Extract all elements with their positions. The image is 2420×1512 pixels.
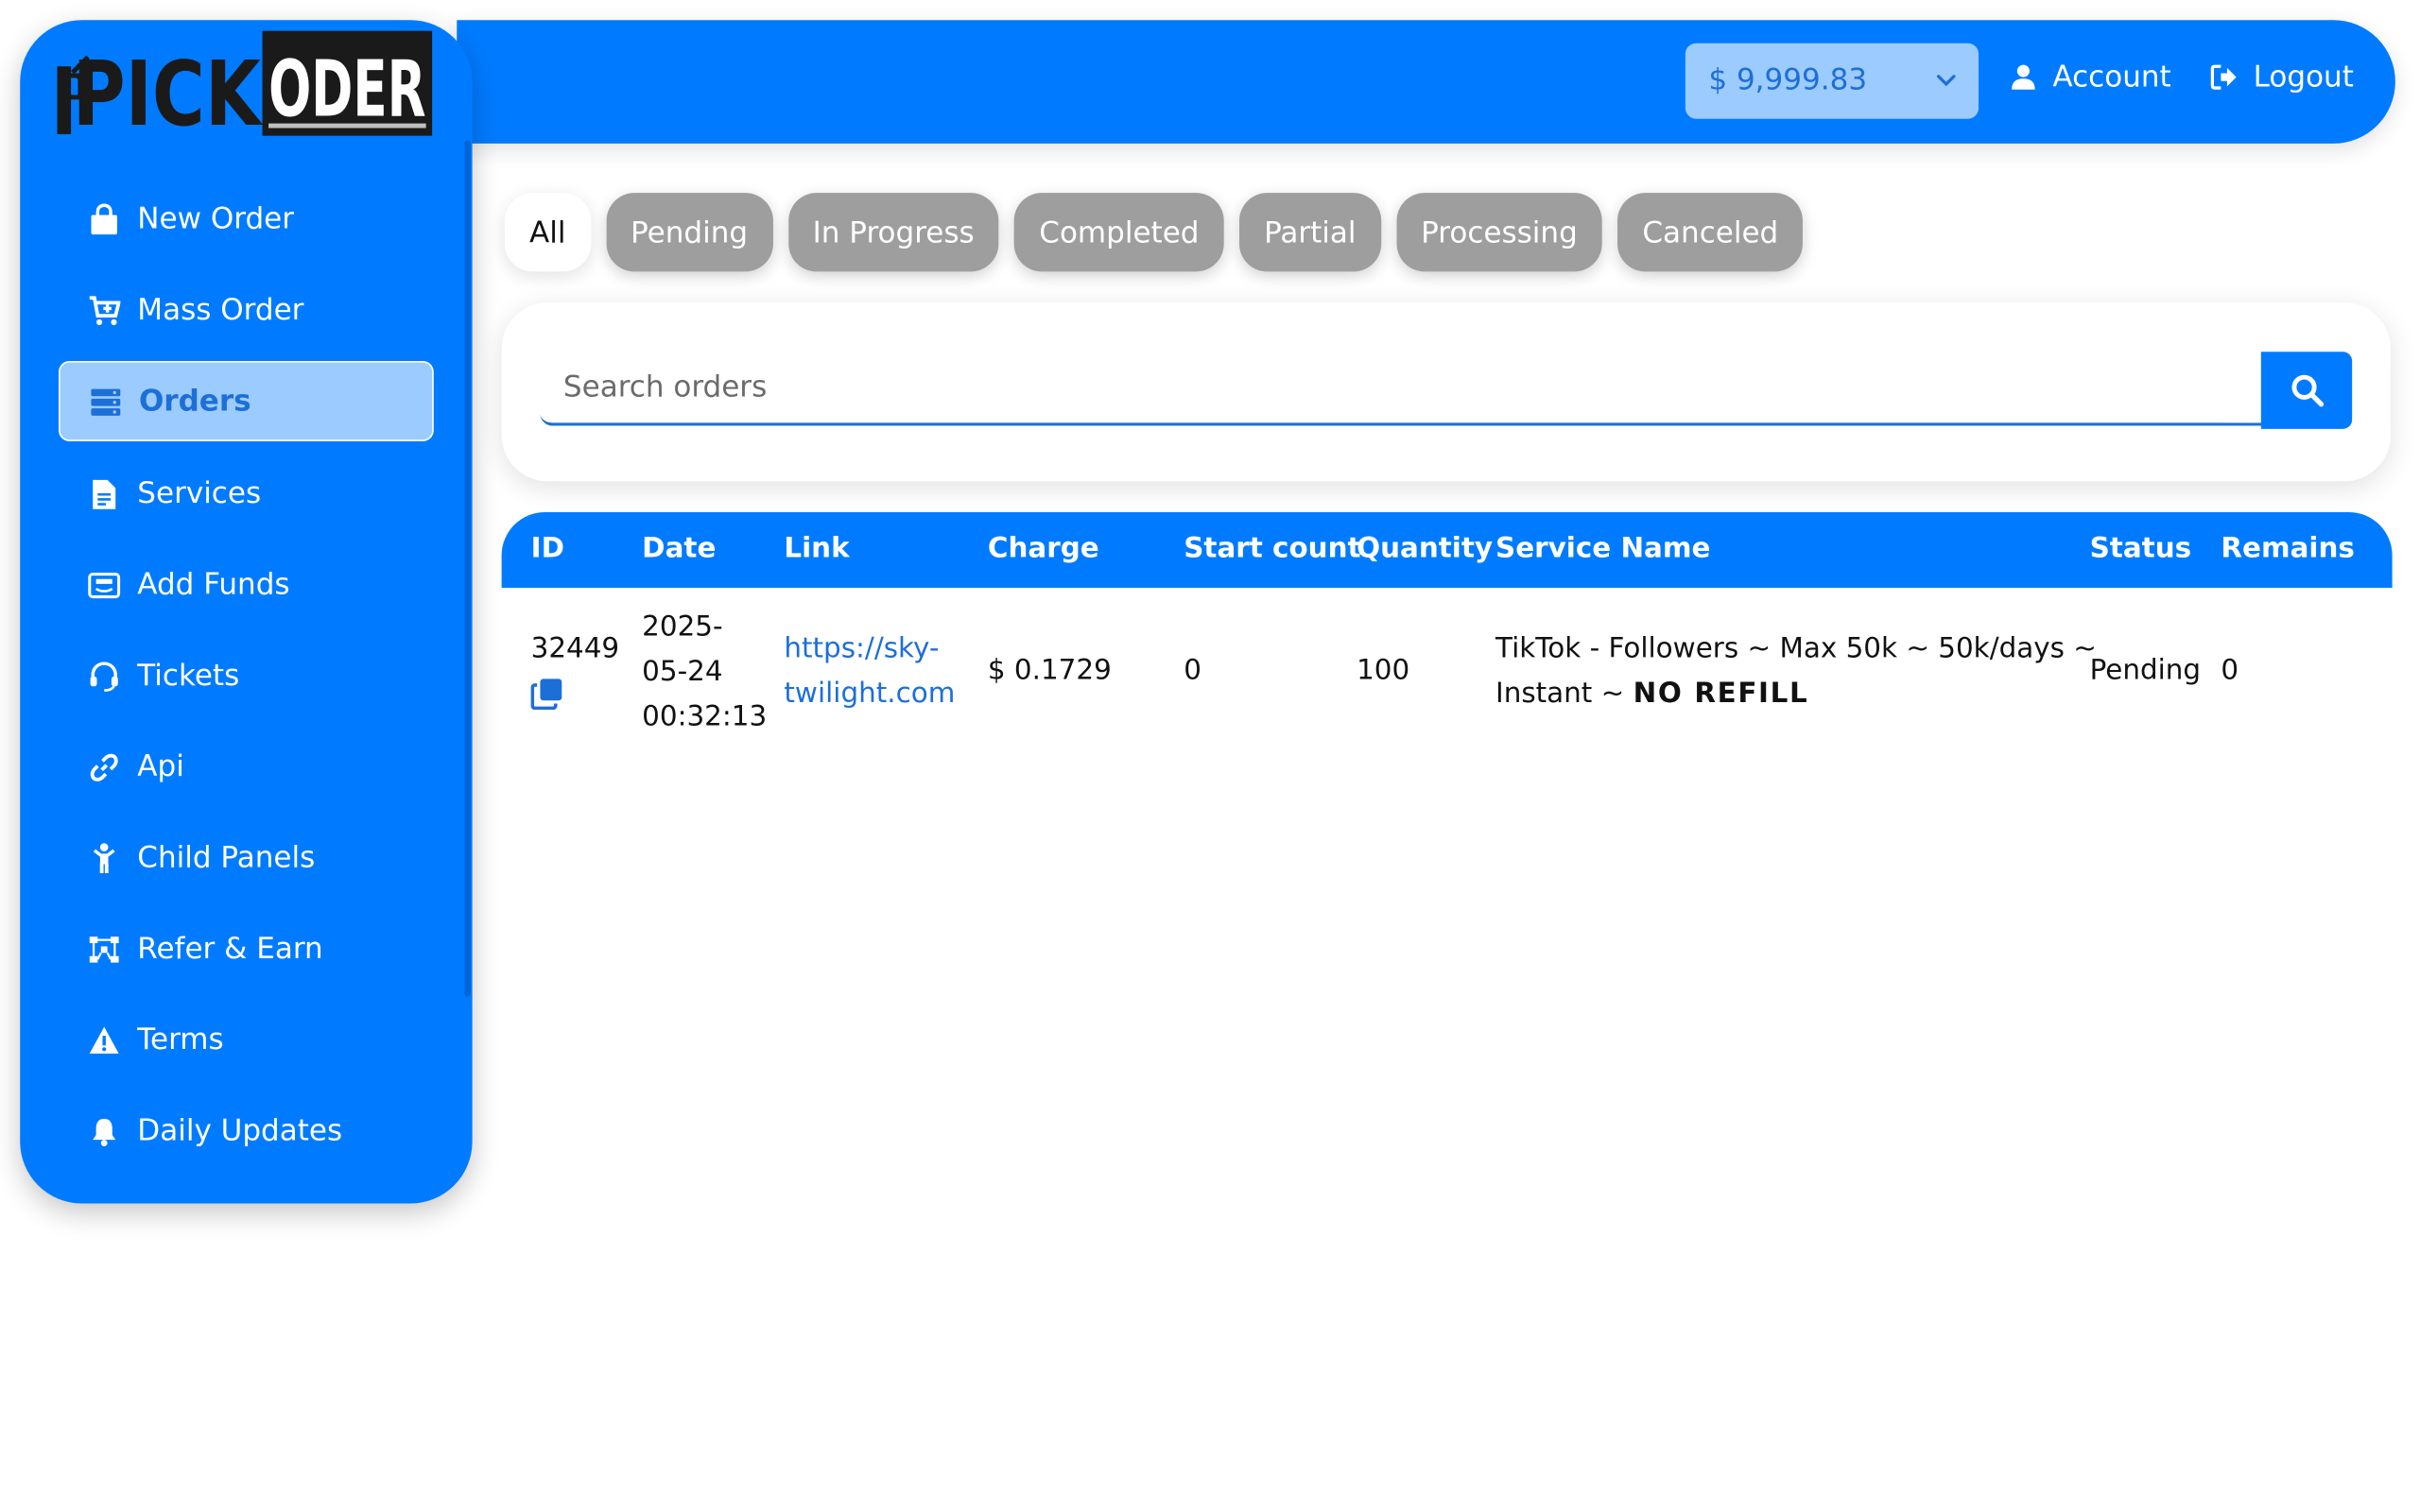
order-quantity: 100 — [1357, 654, 1410, 687]
sidebar-item-label: Api — [137, 749, 184, 784]
sidebar-item-label: Services — [137, 476, 262, 511]
order-service-name: TikTok - Followers ~ Max 50k ~ 50k/days … — [1495, 627, 2097, 716]
order-id: 32449 — [530, 632, 620, 665]
sidebar-item-mass-order[interactable]: Mass Order — [59, 270, 434, 351]
order-charge: $ 0.1729 — [987, 654, 1112, 687]
sidebar-item-label: Child Panels — [137, 840, 316, 875]
order-link[interactable]: https://sky- twilight.com — [784, 627, 955, 716]
column-header-service-name[interactable]: Service Name — [1495, 532, 1710, 564]
sidebar: PICK ODER New Order Mass Order Orders Se… — [20, 20, 473, 1204]
status-filter-tabs: All Pending In Progress Completed Partia… — [504, 193, 1804, 272]
column-header-status[interactable]: Status — [2090, 532, 2192, 564]
account-link[interactable]: Account — [2010, 60, 2171, 94]
bell-icon — [93, 1118, 116, 1146]
search-input[interactable] — [540, 352, 2263, 426]
service-name-text: Instant ~ — [1495, 677, 1634, 711]
sidebar-item-label: New Order — [137, 201, 294, 236]
tab-all[interactable]: All — [504, 193, 591, 272]
warning-icon — [89, 1025, 119, 1054]
no-refill-tag: NO REFILL — [1633, 677, 1809, 711]
column-header-link[interactable]: Link — [784, 532, 849, 564]
tab-canceled[interactable]: Canceled — [1617, 193, 1804, 272]
sidebar-item-orders[interactable]: Orders — [59, 361, 434, 441]
sidebar-item-label: Daily Updates — [137, 1113, 343, 1148]
order-link-line[interactable]: https://sky- — [784, 627, 955, 671]
sign-out-icon — [2210, 64, 2237, 90]
user-icon — [2012, 64, 2035, 90]
sidebar-scrollbar[interactable] — [464, 140, 471, 997]
file-document-icon — [93, 479, 116, 508]
orders-table-header: ID Date Link Charge Start count Quantity… — [501, 512, 2393, 589]
logout-link[interactable]: Logout — [2210, 60, 2354, 94]
svg-text:PICK: PICK — [73, 43, 264, 137]
tab-pending[interactable]: Pending — [605, 193, 773, 272]
sidebar-item-daily-updates[interactable]: Daily Updates — [59, 1091, 434, 1171]
top-bar: $ 9,999.83 Account Logout — [457, 20, 2395, 144]
payment-card-icon — [88, 572, 121, 598]
sidebar-item-label: Add Funds — [137, 567, 290, 602]
tab-partial[interactable]: Partial — [1238, 193, 1381, 272]
brand-logo[interactable]: PICK ODER — [57, 26, 437, 138]
order-date-line: 2025- — [642, 610, 723, 644]
network-icon — [89, 936, 119, 962]
sidebar-item-tickets[interactable]: Tickets — [59, 636, 434, 716]
headset-icon — [90, 661, 118, 691]
link-icon — [90, 752, 118, 781]
shopping-bag-icon — [91, 202, 117, 234]
column-header-quantity[interactable]: Quantity — [1357, 532, 1493, 564]
sidebar-item-new-order[interactable]: New Order — [59, 179, 434, 259]
sidebar-item-label: Tickets — [137, 659, 240, 694]
order-date-line: 00:32:13 — [642, 700, 768, 733]
account-label: Account — [2052, 60, 2171, 94]
sidebar-item-add-funds[interactable]: Add Funds — [59, 544, 434, 625]
chevron-down-icon — [1936, 75, 1956, 87]
order-link-line[interactable]: twilight.com — [784, 671, 955, 715]
tab-processing[interactable]: Processing — [1396, 193, 1602, 272]
cart-plus-icon — [89, 295, 121, 325]
child-icon — [93, 842, 115, 873]
sidebar-item-api[interactable]: Api — [59, 727, 434, 807]
search-icon — [2290, 374, 2324, 407]
order-date-line: 05-24 — [642, 655, 723, 689]
svg-text:ODER: ODER — [268, 44, 426, 134]
order-date: 2025- 05-24 00:32:13 — [642, 605, 767, 739]
sidebar-item-services[interactable]: Services — [59, 454, 434, 534]
page: $ 9,999.83 Account Logout PICK ODER New … — [0, 0, 2420, 1512]
sidebar-item-label: Orders — [138, 384, 251, 419]
order-start-count: 0 — [1184, 654, 1201, 687]
server-list-icon — [91, 387, 121, 416]
service-name-line: Instant ~ NO REFILL — [1495, 671, 2097, 715]
logout-label: Logout — [2253, 60, 2354, 94]
order-remains: 0 — [2221, 654, 2239, 687]
sidebar-item-terms[interactable]: Terms — [59, 1000, 434, 1080]
search-card — [501, 301, 2391, 482]
sidebar-item-label: Terms — [137, 1022, 224, 1057]
copy-icon[interactable] — [530, 678, 563, 711]
tab-completed[interactable]: Completed — [1014, 193, 1224, 272]
order-status: Pending — [2089, 654, 2202, 687]
tab-in-progress[interactable]: In Progress — [787, 193, 999, 272]
column-header-date[interactable]: Date — [642, 532, 716, 564]
column-header-charge[interactable]: Charge — [988, 532, 1099, 564]
sidebar-item-child-panels[interactable]: Child Panels — [59, 817, 434, 898]
sidebar-item-label: Refer & Earn — [137, 932, 323, 967]
column-header-id[interactable]: ID — [531, 532, 564, 564]
sidebar-item-label: Mass Order — [137, 293, 304, 328]
service-name-line: TikTok - Followers ~ Max 50k ~ 50k/days … — [1495, 632, 2097, 665]
balance-dropdown[interactable]: $ 9,999.83 — [1685, 43, 1979, 119]
column-header-remains[interactable]: Remains — [2221, 532, 2355, 564]
search-button[interactable] — [2260, 352, 2353, 429]
sidebar-item-refer-earn[interactable]: Refer & Earn — [59, 909, 434, 989]
balance-value: $ 9,999.83 — [1708, 62, 1868, 97]
column-header-start-count[interactable]: Start count — [1184, 532, 1360, 564]
